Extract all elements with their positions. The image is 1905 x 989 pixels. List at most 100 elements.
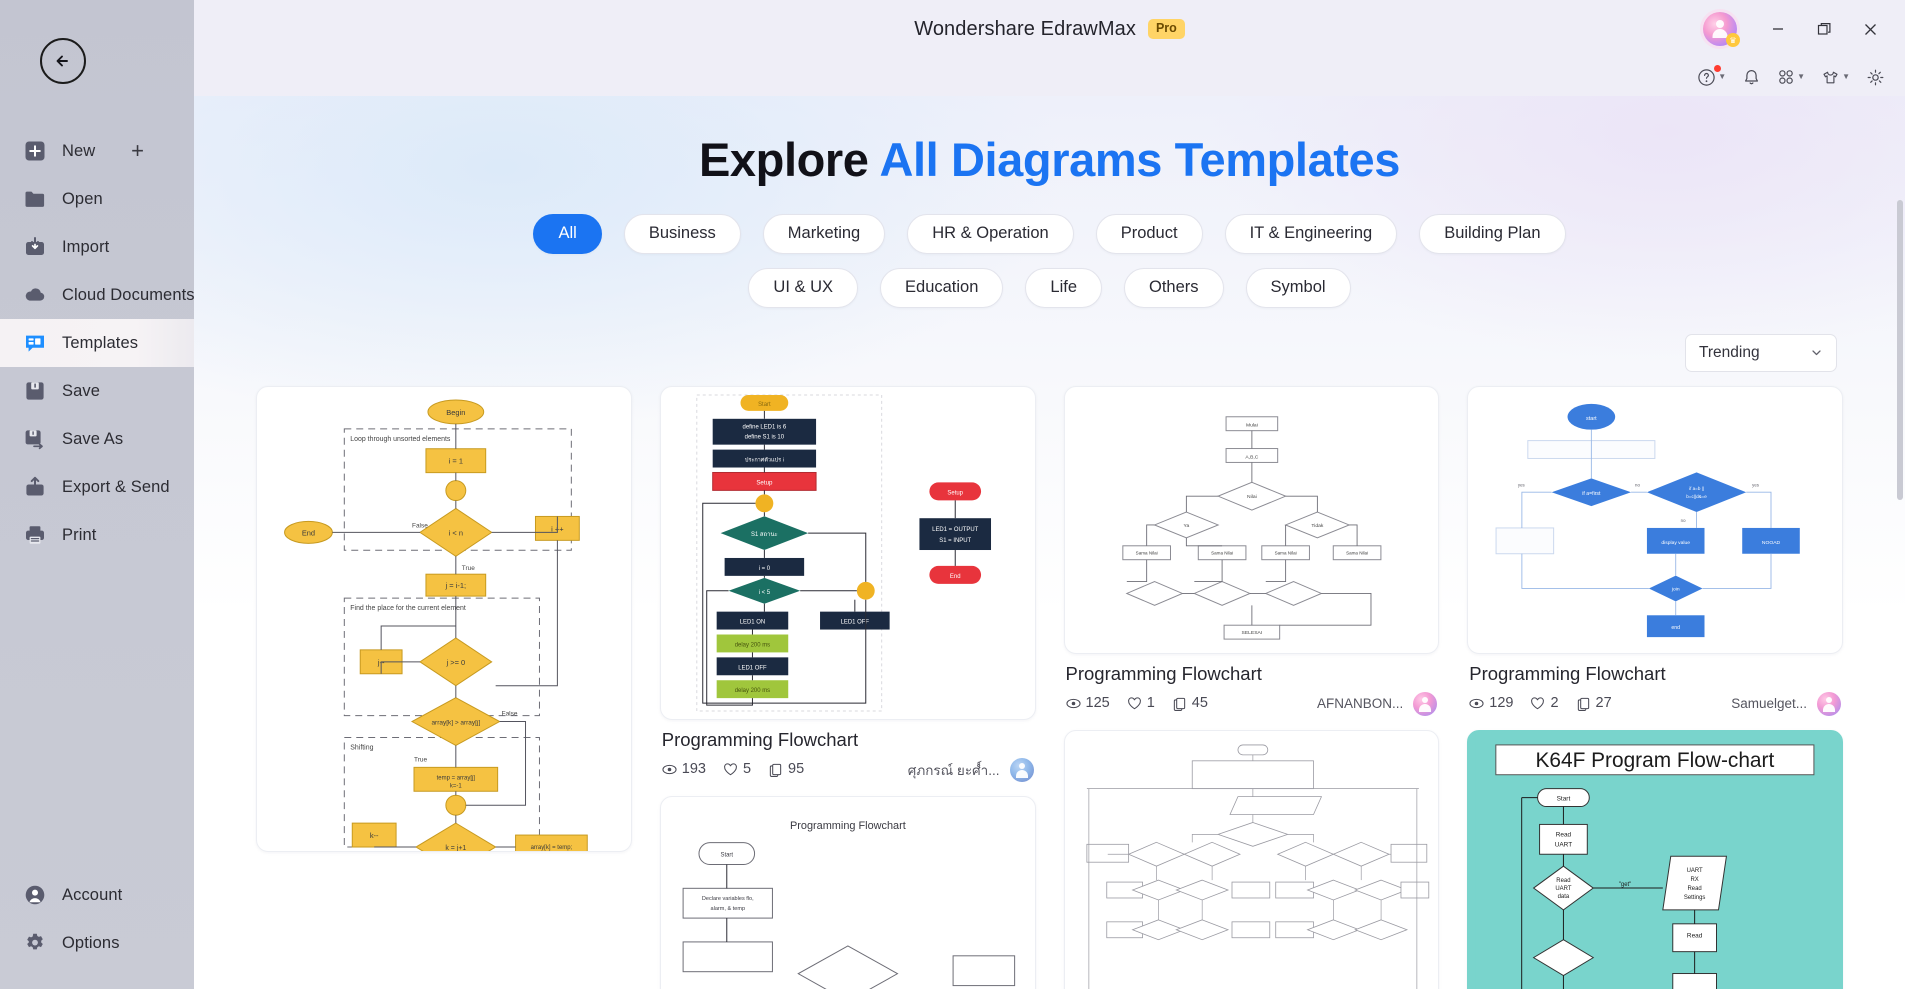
sidebar-item-print[interactable]: Print [0,511,194,559]
arduino-led-flowchart-thumbnail[interactable]: Start define LED1 is 6 define S1 is 10 ป… [659,385,1036,720]
avatar [1413,691,1438,716]
svg-text:no: no [1681,518,1686,523]
filter-chip-symbol[interactable]: Symbol [1245,267,1351,308]
svg-text:Tidak: Tidak [1311,523,1323,529]
k64f-flowchart-thumbnail[interactable]: K64F Program Flow-chart Start Read UART … [1467,729,1843,989]
filter-chip-it-engineering[interactable]: IT & Engineering [1224,213,1398,254]
sidebar-item-open[interactable]: Open [0,175,194,223]
pro-badge: Pro [1147,19,1185,39]
template-card[interactable]: start if a=first if a=b || b=c||d&=e dis… [1467,385,1843,716]
filter-chip-ui-ux[interactable]: UI & UX [748,267,859,308]
sidebar-item-save-as[interactable]: Save As [0,415,194,463]
svg-text:Ya: Ya [1183,523,1189,529]
card-meta: 193 5 95 ศุภกรณ์ ยะศ์ำ... [662,757,1034,782]
author[interactable]: Samuelget... [1731,691,1841,716]
svg-text:k--: k-- [370,831,379,840]
likes-count: 1 [1146,695,1155,712]
filter-chip-education[interactable]: Education [880,267,1004,308]
apps-grid-icon[interactable]: ▼ [1771,64,1811,90]
sidebar-item-label: Import [62,237,110,256]
filter-chip-hr-operation[interactable]: HR & Operation [907,213,1074,254]
svg-text:yes: yes [1518,482,1526,487]
sort-dropdown[interactable]: Trending [1685,333,1837,372]
svg-text:j = i-1;: j = i-1; [445,581,467,590]
views-group: 125 [1065,696,1110,711]
template-card[interactable] [1063,729,1440,989]
eye-icon [1469,699,1484,709]
template-card[interactable]: K64F Program Flow-chart Start Read UART … [1467,729,1843,989]
sidebar-item-templates[interactable]: Templates [0,319,194,367]
filter-chip-life[interactable]: Life [1025,267,1103,308]
likes-count: 5 [742,761,752,778]
filter-chip-all[interactable]: All [533,213,602,254]
svg-text:Declare variables flo,: Declare variables flo, [702,896,754,902]
template-card[interactable]: Mulai A,B,C Nilai Ya Tidak Sama Nilai Sa… [1063,385,1440,716]
close-button[interactable] [1849,9,1891,49]
scrollbar-thumb[interactable] [1897,200,1903,500]
template-card[interactable]: Programming Flowchart Start Declare vari… [659,795,1036,989]
sidebar-item-label: Open [62,189,103,208]
svg-text:Find the place for the current: Find the place for the current element [350,605,466,612]
author[interactable]: ศุภกรณ์ ยะศ์ำ... [908,757,1034,782]
save-as-icon [22,426,48,452]
template-card[interactable]: Loop through unsorted elements Find the … [256,385,632,852]
sidebar-item-label: Save As [62,429,124,448]
inner-title: Programming Flowchart [790,819,906,831]
sidebar-item-label: Account [62,885,123,904]
svg-text:UART: UART [1555,841,1573,848]
minimize-button[interactable] [1757,9,1799,49]
sidebar-item-new[interactable]: New + [0,127,194,175]
template-card[interactable]: Start define LED1 is 6 define S1 is 10 ป… [659,385,1036,782]
sidebar-item-cloud-documents[interactable]: Cloud Documents [0,271,195,319]
templates-grid: Loop through unsorted elements Find the … [194,385,1905,989]
temp-alarm-flowchart-thumbnail[interactable]: Programming Flowchart Start Declare vari… [659,795,1036,989]
maximize-restore-button[interactable] [1803,9,1845,49]
templates-icon [22,330,48,356]
user-avatar[interactable]: ♛ [1703,12,1740,47]
insertion-sort-flowchart-thumbnail[interactable]: Loop through unsorted elements Find the … [256,385,632,852]
bell-icon[interactable] [1736,64,1767,91]
svg-text:RX: RX [1691,877,1699,883]
svg-text:i < 5: i < 5 [758,589,770,595]
chevron-down-icon: ▼ [1718,72,1727,81]
filter-chip-business[interactable]: Business [623,213,741,254]
blue-flowchart-thumbnail[interactable]: start if a=first if a=b || b=c||d&=e dis… [1467,385,1843,654]
filter-chip-product[interactable]: Product [1095,213,1203,254]
account-icon [22,882,48,908]
sidebar-item-label: Options [62,933,120,952]
svg-text:UART: UART [1556,886,1572,892]
svg-text:False: False [412,522,428,529]
svg-text:ประกาศตัวแปร i: ประกาศตัวแปร i [745,456,784,463]
theme-shirt-icon[interactable]: ▼ [1815,64,1856,91]
chevron-down-icon: ▼ [1797,72,1806,81]
author[interactable]: AFNANBON... [1317,691,1438,716]
svg-text:LED1 OFF: LED1 OFF [840,619,869,625]
svg-text:Begin: Begin [446,408,465,417]
filter-chip-marketing[interactable]: Marketing [762,213,886,254]
print-icon [22,522,48,548]
sidebar-nav: New + Open Import Cloud Documents Templa… [0,127,195,559]
svg-text:data: data [1558,894,1570,900]
sidebar-item-account[interactable]: Account [0,871,194,919]
svg-text:Read: Read [1556,831,1572,838]
svg-text:start: start [1586,415,1597,421]
add-new-icon[interactable]: + [131,140,144,162]
grid-column-3: Mulai A,B,C Nilai Ya Tidak Sama Nilai Sa… [1063,385,1440,989]
gear-icon[interactable] [1860,64,1891,91]
sidebar-item-export-send[interactable]: Export & Send [0,463,194,511]
decision-tree-flowchart-thumbnail[interactable]: Mulai A,B,C Nilai Ya Tidak Sama Nilai Sa… [1063,385,1440,654]
big-grey-flowchart-thumbnail[interactable] [1063,729,1440,989]
sidebar-item-import[interactable]: Import [0,223,194,271]
back-button[interactable] [40,38,86,84]
sidebar-item-options[interactable]: Options [0,919,194,967]
filter-chip-building-plan[interactable]: Building Plan [1419,213,1566,254]
filter-chip-others[interactable]: Others [1124,267,1224,308]
svg-text:Settings: Settings [1684,895,1706,901]
svg-text:b=c||d&=e: b=c||d&=e [1687,494,1708,499]
help-icon[interactable]: ▼ [1691,64,1732,91]
svg-text:Loop through unsorted elements: Loop through unsorted elements [350,435,451,442]
svg-text:NOOAD: NOOAD [1762,540,1781,546]
sidebar-item-save[interactable]: Save [0,367,194,415]
card-title: Programming Flowchart [1065,662,1262,684]
vertical-scrollbar[interactable] [1897,192,1903,989]
